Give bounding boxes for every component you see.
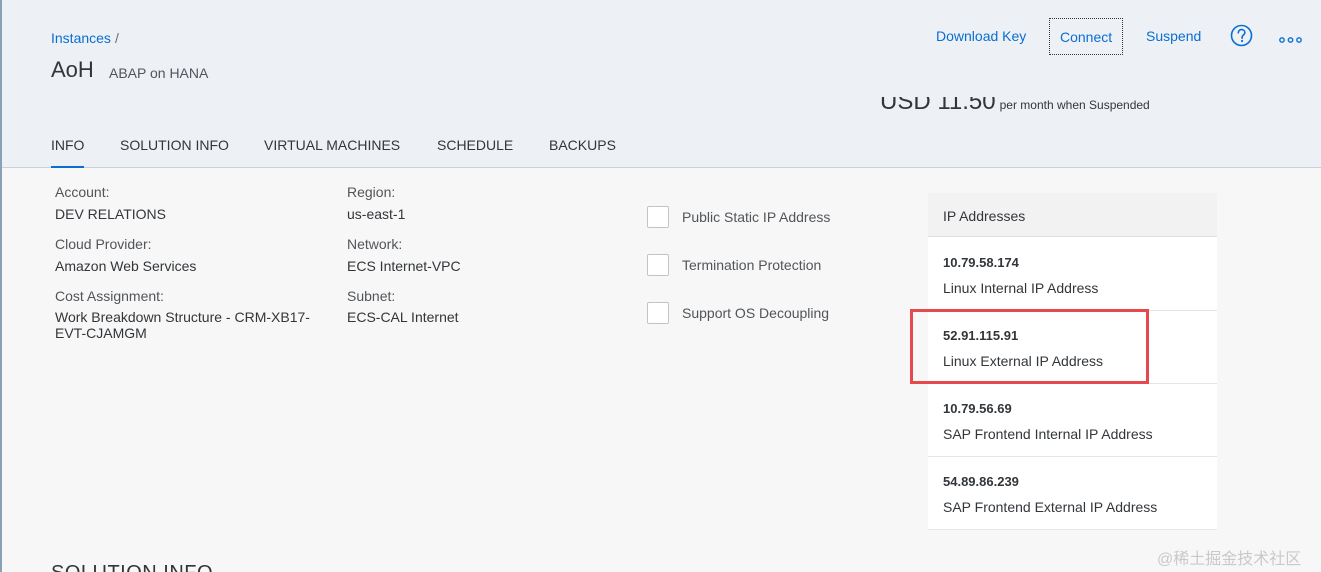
account-label: Account: [55,184,110,200]
cost-info: USD 11.50 per month when Suspended [880,97,1150,115]
list-item: 10.79.58.174 Linux Internal IP Address [928,238,1217,311]
download-key-button[interactable]: Download Key [936,18,1026,55]
connect-button[interactable]: Connect [1049,18,1124,55]
app-frame: Instances / AoH ABAP on HANA USD 11.50 per… [0,0,1321,572]
tab-virtual-machines[interactable]: VIRTUAL MACHINES [264,137,400,168]
support-os-decoupling-label: Support OS Decoupling [682,305,830,321]
solution-info-section-heading: SOLUTION INFO [51,560,213,572]
page-subtitle: ABAP on HANA [109,65,209,81]
ip-value: 54.89.86.239 [943,474,1019,489]
ip-value: 10.79.56.69 [943,401,1012,416]
watermark: @稀土掘金技术社区 [1157,551,1302,568]
public-static-ip-label: Public Static IP Address [682,209,831,225]
help-icon[interactable] [1230,24,1253,47]
breadcrumb: Instances / [51,30,119,46]
cost-assignment-label: Cost Assignment: [55,288,164,304]
suspend-button[interactable]: Suspend [1146,18,1201,55]
ip-addresses-title: IP Addresses [943,208,1026,224]
tab-solution-info[interactable]: SOLUTION INFO [120,137,229,168]
highlight-box [910,309,1149,384]
cost-note: per month when Suspended [999,98,1150,112]
list-item: 10.79.56.69 SAP Frontend Internal IP Add… [928,384,1217,457]
section-title: SOLUTION INFO [51,562,213,572]
subnet-label: Subnet: [347,288,396,304]
ip-description: SAP Frontend External IP Address [943,499,1158,515]
overflow-menu-icon[interactable] [1279,35,1302,45]
region-value: us-east-1 [347,206,406,222]
termination-protection-checkbox[interactable] [647,254,669,276]
network-value: ECS Internet-VPC [347,258,461,274]
ip-description: SAP Frontend Internal IP Address [943,426,1153,442]
page-title: AoH [51,57,94,82]
ip-addresses-header: IP Addresses [928,193,1217,237]
cloud-provider-value: Amazon Web Services [55,258,197,274]
object-header: Instances / AoH ABAP on HANA USD 11.50 per… [2,0,1321,168]
ip-value: 10.79.58.174 [943,255,1019,270]
list-item: 54.89.86.239 SAP Frontend External IP Ad… [928,457,1217,530]
support-os-decoupling-checkbox[interactable] [647,302,669,324]
ip-description: Linux Internal IP Address [943,280,1099,296]
public-static-ip-checkbox[interactable] [647,206,669,228]
tab-info[interactable]: INFO [51,137,85,168]
network-label: Network: [347,236,403,252]
subnet-value: ECS-CAL Internet [347,309,459,325]
account-value: DEV RELATIONS [55,206,166,222]
termination-protection-label: Termination Protection [682,257,822,273]
tab-backups[interactable]: BACKUPS [549,137,616,168]
breadcrumb-instances-link[interactable]: Instances [51,30,111,46]
cloud-provider-label: Cloud Provider: [55,236,152,252]
tab-schedule[interactable]: SCHEDULE [437,137,513,168]
cost-amount: USD 11.50 [880,97,996,115]
breadcrumb-separator: / [114,30,119,46]
region-label: Region: [347,184,396,200]
cost-assignment-value: Work Breakdown Structure - CRM-XB17-EVT-… [55,309,310,341]
